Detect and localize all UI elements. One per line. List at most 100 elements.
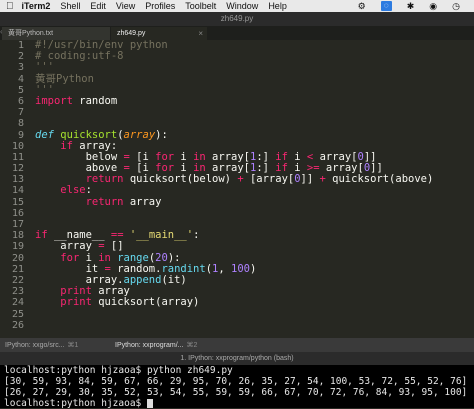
tab-bar: ‹› 黄哥Python.txt zh649.py × bbox=[0, 26, 474, 40]
code-token: if bbox=[60, 139, 73, 152]
code-token: below bbox=[35, 150, 124, 163]
line-number: 9 bbox=[17, 129, 24, 141]
code-line: import random bbox=[35, 94, 474, 107]
code-token: ]] bbox=[370, 162, 383, 175]
code-token: for bbox=[60, 251, 80, 264]
code-token: i bbox=[174, 150, 194, 163]
code-token: randint bbox=[161, 262, 206, 275]
terminal-prompt: localhost:python hjzaoa$ bbox=[4, 398, 147, 409]
line-number-gutter: 1 2 3 4 5 6 7 8 9 10 11 12 13 14 15 16 17 18 19 20 21 22 23 24 2… bbox=[0, 40, 30, 331]
line-number: 15 bbox=[11, 196, 24, 208]
code-token: print bbox=[60, 285, 92, 298]
code-line: 黄哥Python bbox=[35, 73, 474, 85]
status-box-icon[interactable]: ◌ bbox=[380, 1, 392, 11]
code-token: array[ bbox=[313, 150, 358, 163]
line-number: 12 bbox=[11, 163, 24, 175]
code-token: import bbox=[35, 94, 73, 107]
terminal-line: localhost:python hjzaoa$ python zh649.py bbox=[4, 365, 233, 376]
code-token: __name__ bbox=[47, 229, 111, 242]
code-token: ]] bbox=[300, 173, 320, 186]
code-token: ''' bbox=[35, 83, 54, 96]
code-line: ''' bbox=[35, 62, 474, 73]
code-token: quicksort(array) bbox=[91, 296, 200, 309]
code-token: print bbox=[60, 296, 92, 309]
code-token: >= bbox=[306, 162, 320, 175]
line-number: 3 bbox=[17, 62, 24, 74]
code-token: return bbox=[85, 173, 124, 186]
line-number: 1 bbox=[17, 40, 24, 51]
menu-profiles[interactable]: Profiles bbox=[145, 1, 175, 11]
code-token: i bbox=[287, 162, 307, 175]
code-token: return bbox=[85, 195, 124, 208]
wifi-icon[interactable]: ◉ bbox=[429, 1, 437, 12]
code-token: in bbox=[193, 150, 206, 163]
code-token: i bbox=[79, 251, 99, 264]
code-token: [] bbox=[104, 240, 124, 253]
tab-label: 黄哥Python.txt bbox=[8, 30, 54, 37]
close-tab-icon[interactable]: × bbox=[198, 27, 203, 40]
line-number: 6 bbox=[17, 95, 24, 107]
apple-menu-icon[interactable]:  bbox=[6, 1, 14, 12]
terminal-output[interactable]: localhost:python hjzaoa$ python zh649.py… bbox=[0, 365, 474, 409]
menu-window[interactable]: Window bbox=[226, 1, 258, 11]
code-token: random bbox=[72, 94, 118, 107]
menu-help[interactable]: Help bbox=[268, 1, 287, 11]
tab-label: zh649.py bbox=[117, 30, 146, 37]
terminal-tab-shortcut: ⌘1 bbox=[67, 342, 79, 349]
code-token: else bbox=[60, 184, 86, 197]
line-number: 23 bbox=[11, 286, 24, 298]
code-area[interactable]: #!/usr/bin/env python # coding:utf-8 ''' 黄哥… bbox=[35, 39, 474, 331]
line-number: 13 bbox=[11, 174, 24, 186]
status-icon[interactable]: ⚙ bbox=[358, 1, 366, 12]
code-token: array: bbox=[72, 139, 118, 152]
code-token: array. bbox=[35, 273, 124, 286]
code-token: '__main__' bbox=[129, 229, 194, 242]
bluetooth-icon[interactable]: ✱ bbox=[407, 1, 415, 12]
code-token: array bbox=[35, 240, 99, 253]
code-token: if bbox=[35, 229, 48, 242]
menu-shell[interactable]: Shell bbox=[60, 1, 80, 11]
terminal-tab-1[interactable]: IPython: xxgo/src... ⌘1 bbox=[2, 340, 109, 351]
terminal-title: 1. IPython: xxprogram/python (bash) bbox=[0, 352, 474, 365]
clock-icon[interactable]: ◷ bbox=[452, 1, 460, 12]
line-number: 26 bbox=[11, 319, 24, 331]
line-number: 17 bbox=[11, 219, 24, 230]
code-token: array bbox=[123, 128, 156, 141]
line-number: 14 bbox=[11, 185, 24, 197]
code-token: array bbox=[123, 195, 162, 208]
menu-edit[interactable]: Edit bbox=[90, 1, 106, 11]
code-token: for bbox=[155, 162, 175, 175]
menu-view[interactable]: View bbox=[116, 1, 135, 11]
code-editor[interactable]: 1 2 3 4 5 6 7 8 9 10 11 12 13 14 15 16 17 18 19 20 21 22 23 24 2… bbox=[0, 39, 474, 338]
code-token: ]] bbox=[363, 150, 377, 163]
code-token: in bbox=[98, 251, 111, 264]
code-token: i bbox=[174, 162, 194, 175]
code-token: range bbox=[117, 251, 149, 264]
line-number: 25 bbox=[11, 308, 24, 320]
menu-toolbelt[interactable]: Toolbelt bbox=[185, 1, 216, 11]
code-token: in bbox=[193, 162, 206, 175]
code-token: ''' bbox=[35, 61, 54, 74]
code-token: i bbox=[287, 150, 307, 163]
code-token: ): bbox=[155, 128, 168, 141]
line-number: 19 bbox=[11, 241, 24, 253]
status-icons: ⚙ ◌ ✱ ◉ ◷ bbox=[358, 0, 470, 12]
code-token: if bbox=[275, 150, 288, 163]
code-token: def bbox=[35, 128, 54, 141]
line-number: 7 bbox=[17, 107, 24, 119]
code-token: : bbox=[193, 229, 200, 242]
code-token: quicksort bbox=[60, 128, 118, 141]
code-token: above bbox=[35, 162, 124, 175]
app-menu[interactable]: iTerm2 bbox=[22, 1, 51, 11]
terminal-tab-2[interactable]: IPython: xxprogram/... ⌘2 bbox=[112, 340, 219, 351]
line-number: 8 bbox=[17, 118, 24, 130]
